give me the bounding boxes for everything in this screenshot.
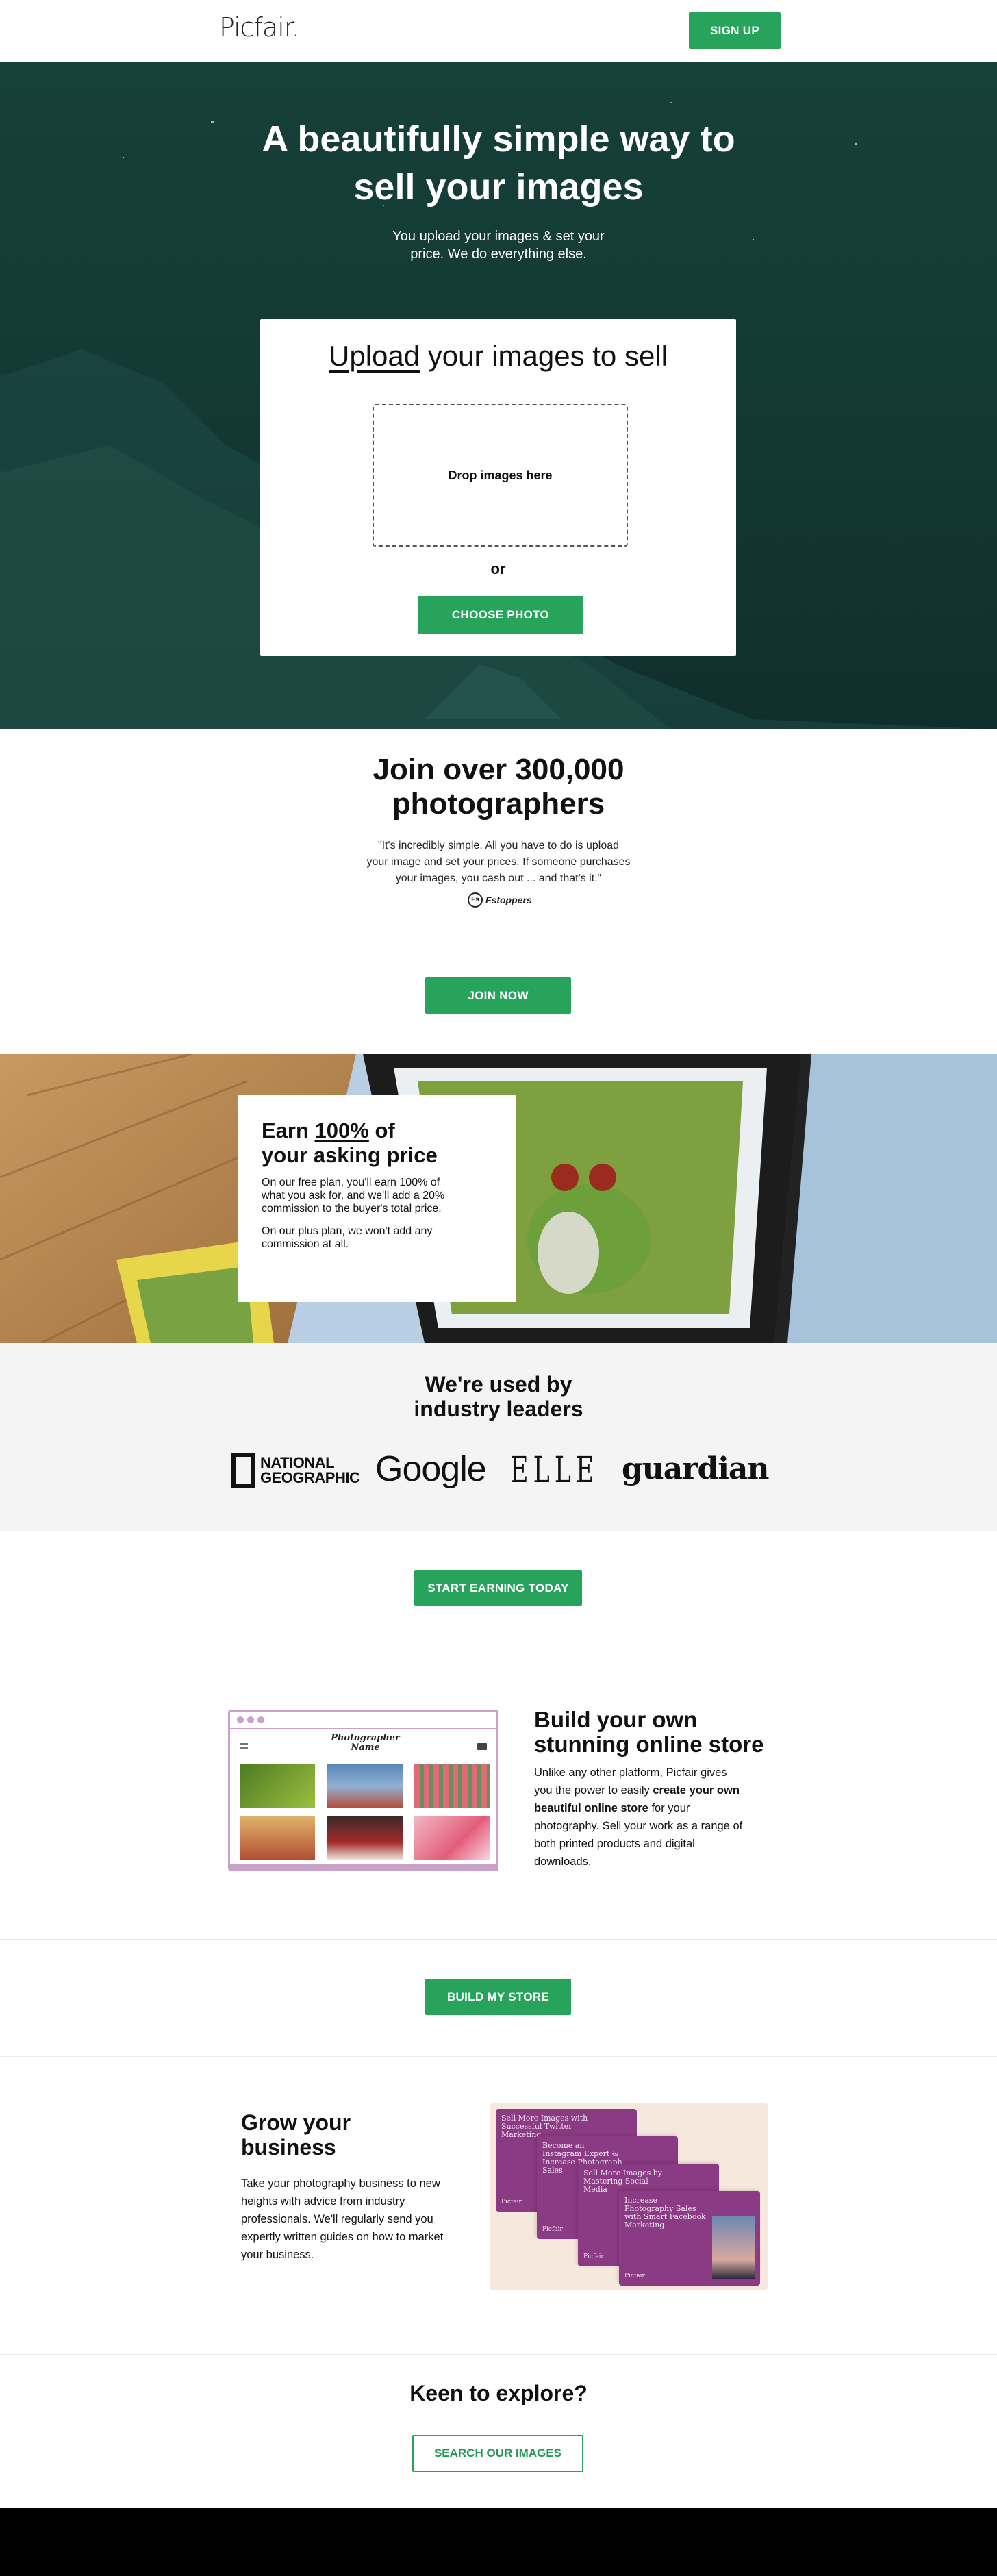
- store-title-line1: Build your own: [534, 1707, 698, 1732]
- upload-card-title-rest: your images to sell: [420, 340, 668, 372]
- join-now-section: JOIN NOW: [0, 936, 997, 1054]
- guide-card-title: Sell More Images with Successful Twitter…: [501, 2114, 588, 2139]
- join-title-line2: photographers: [392, 787, 605, 821]
- earn-paragraph-2: On our plus plan, we won't add any commi…: [262, 1225, 432, 1251]
- leaders-title-line2: industry leaders: [414, 1397, 583, 1421]
- drop-zone-label: Drop images here: [448, 468, 553, 482]
- mockup-dot-icon: [257, 1716, 264, 1723]
- earn-title-suffix: of: [368, 1118, 395, 1142]
- hero-title-line2: sell your images: [353, 166, 644, 208]
- hero-title: A beautifully simple way to sell your im…: [0, 115, 997, 211]
- leaders-title-line1: We're used by: [425, 1372, 572, 1397]
- leaders-section: We're used by industry leaders NATIONAL …: [0, 1343, 997, 1531]
- start-earning-button[interactable]: START EARNING TODAY: [414, 1570, 582, 1606]
- hero-title-line1: A beautifully simple way to: [262, 118, 735, 160]
- upload-link[interactable]: Upload: [329, 340, 420, 372]
- build-my-store-button[interactable]: BUILD MY STORE: [425, 1979, 571, 2015]
- earn-title: Earn 100% of your asking price: [262, 1118, 438, 1168]
- guide-card: Increase Photography Sales with Smart Fa…: [619, 2191, 760, 2286]
- search-our-images-button[interactable]: SEARCH OUR IMAGES: [412, 2435, 583, 2472]
- leaders-title: We're used by industry leaders: [0, 1372, 997, 1421]
- guide-card-tag: Picfair: [501, 2199, 522, 2205]
- mockup-browser-bar: [230, 1712, 496, 1729]
- mockup-photo: [240, 1764, 315, 1808]
- hero-subtitle: You upload your images & set your price.…: [0, 227, 997, 263]
- hero-subtitle-line1: You upload your images & set your: [392, 229, 605, 244]
- join-now-button[interactable]: JOIN NOW: [425, 977, 571, 1014]
- upload-card-title: Upload your images to sell: [260, 340, 736, 373]
- mockup-footer-bar: [230, 1864, 496, 1869]
- mockup-photo: [240, 1816, 315, 1860]
- grow-title-line1: Grow your: [241, 2110, 351, 2135]
- store-description: Unlike any other platform, Picfair gives…: [534, 1764, 746, 1871]
- earn-p1-line2: what you ask for, and we'll add a 20%: [262, 1190, 445, 1201]
- site-footer: [0, 2508, 997, 2576]
- guide-card-tag: Picfair: [624, 2273, 645, 2279]
- fstoppers-icon: Fs: [468, 892, 483, 908]
- guides-illustration: Sell More Images with Successful Twitter…: [490, 2103, 768, 2290]
- store-mockup: Photographer Name: [228, 1710, 498, 1871]
- mockup-photo: [414, 1764, 490, 1808]
- store-section: Photographer Name Build your own stunnin…: [0, 1651, 997, 1939]
- join-title-line1: Join over 300,000: [373, 753, 624, 786]
- guide-card-title: Sell More Images by Mastering Social Med…: [583, 2168, 663, 2194]
- grow-description: Take your photography business to new he…: [241, 2177, 444, 2261]
- earn-title-prefix: Earn: [262, 1118, 315, 1142]
- mockup-dot-icon: [237, 1716, 244, 1723]
- fstoppers-logo: Fs Fstoppers: [468, 892, 532, 908]
- natgeo-frame-icon: [231, 1453, 255, 1488]
- explore-section: Keen to explore? SEARCH OUR IMAGES: [0, 2355, 997, 2508]
- or-separator: or: [490, 560, 506, 577]
- hero-subtitle-line2: price. We do everything else.: [410, 247, 587, 262]
- grow-section: Grow your business Take your photography…: [0, 2057, 997, 2354]
- earn-title-highlight: 100%: [314, 1118, 369, 1142]
- join-section: Join over 300,000 photographers "It's in…: [0, 729, 997, 935]
- mockup-photographer-name: Photographer Name: [230, 1733, 496, 1753]
- grow-title: Grow your business: [241, 2110, 351, 2160]
- store-title: Build your own stunning online store: [534, 1708, 764, 1757]
- earn-section: Earn 100% of your asking price On our fr…: [0, 1054, 997, 1343]
- earn-paragraph-1: On our free plan, you'll earn 100% of wh…: [262, 1176, 444, 1215]
- national-geographic-logo: NATIONAL GEOGRAPHIC: [231, 1453, 360, 1488]
- guardian-logo: guardian: [622, 1451, 769, 1486]
- sign-up-button[interactable]: SIGN UP: [689, 12, 781, 49]
- mockup-photo: [414, 1816, 490, 1860]
- natgeo-wordmark: NATIONAL GEOGRAPHIC: [260, 1455, 360, 1486]
- grow-title-line2: business: [241, 2135, 336, 2160]
- mockup-name-line1: Photographer: [331, 1733, 400, 1743]
- mockup-photo: [327, 1764, 403, 1808]
- picfair-logo[interactable]: Picfair.: [219, 12, 300, 42]
- quote-line1: "It's incredibly simple. All you have to…: [377, 840, 620, 851]
- testimonial-quote: "It's incredibly simple. All you have to…: [0, 838, 997, 887]
- mockup-dot-icon: [247, 1716, 254, 1723]
- choose-photo-button[interactable]: CHOOSE PHOTO: [418, 596, 583, 634]
- earn-p2-line2: commission at all.: [262, 1238, 349, 1250]
- join-title: Join over 300,000 photographers: [0, 753, 997, 821]
- store-title-line2: stunning online store: [534, 1731, 764, 1757]
- earn-title-line2: your asking price: [262, 1143, 438, 1167]
- explore-title: Keen to explore?: [409, 2381, 588, 2405]
- fstoppers-wordmark: Fstoppers: [485, 895, 532, 905]
- guide-card-title: Increase Photography Sales with Smart Fa…: [624, 2196, 706, 2229]
- elle-logo: ELLE: [510, 1450, 599, 1491]
- guide-card-photo: [712, 2216, 755, 2279]
- drop-zone[interactable]: Drop images here: [373, 404, 628, 547]
- natgeo-line2: GEOGRAPHIC: [260, 1469, 360, 1486]
- mockup-name-line2: Name: [351, 1742, 380, 1753]
- guide-card-tag: Picfair: [583, 2253, 604, 2260]
- mockup-photo: [327, 1816, 403, 1860]
- quote-line3: your images, you cash out ... and that's…: [395, 873, 602, 884]
- quote-line2: your image and set your prices. If someo…: [366, 856, 631, 868]
- earn-p2-line1: On our plus plan, we won't add any: [262, 1225, 433, 1237]
- hero-section: A beautifully simple way to sell your im…: [0, 62, 997, 729]
- upload-card: Upload your images to sell Drop images h…: [260, 319, 736, 656]
- guide-card-tag: Picfair: [542, 2226, 563, 2233]
- earn-p1-line3: commission to the buyer's total price.: [262, 1203, 442, 1214]
- build-store-section: BUILD MY STORE: [0, 1940, 997, 2056]
- google-logo: Google: [375, 1449, 487, 1489]
- site-header: Picfair. SIGN UP: [0, 0, 997, 62]
- earn-card: Earn 100% of your asking price On our fr…: [238, 1095, 516, 1302]
- start-earning-section: START EARNING TODAY: [0, 1531, 997, 1651]
- earn-p1-line1: On our free plan, you'll earn 100% of: [262, 1177, 440, 1188]
